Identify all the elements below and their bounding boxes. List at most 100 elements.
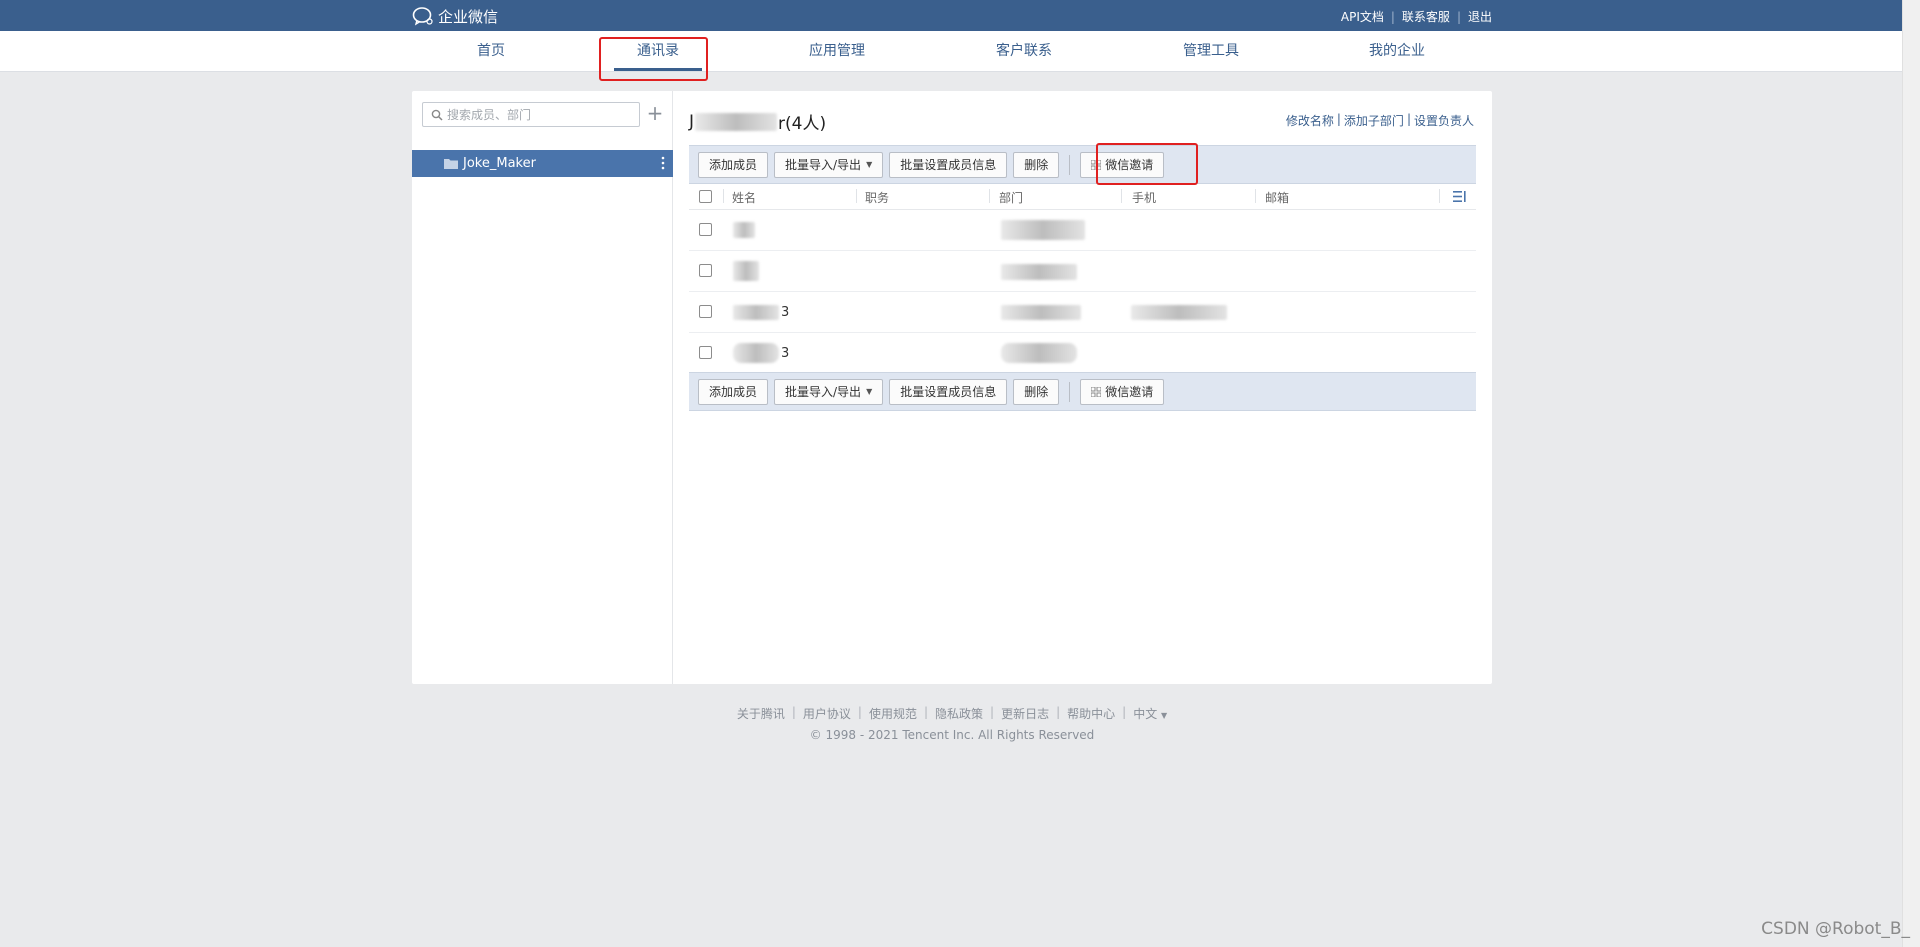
row-checkbox[interactable] <box>699 264 712 277</box>
nav-my-company[interactable]: 我的企业 <box>1360 31 1434 72</box>
qr-code-icon <box>1091 159 1102 170</box>
redacted-name <box>733 343 779 363</box>
search-input[interactable] <box>447 107 627 122</box>
redacted-phone <box>1131 305 1227 320</box>
toolbar-divider <box>1069 154 1071 175</box>
column-header-email[interactable]: 邮箱 <box>1265 189 1289 206</box>
column-header-name[interactable]: 姓名 <box>732 189 756 206</box>
rename-link[interactable]: 修改名称 <box>1286 112 1334 129</box>
batch-set-button[interactable]: 批量设置成员信息 <box>889 151 1008 178</box>
import-export-label: 批量导入/导出 <box>785 158 862 172</box>
nav-contacts[interactable]: 通讯录 <box>614 31 702 72</box>
redacted-name <box>733 261 759 281</box>
nav-app-management[interactable]: 应用管理 <box>800 31 874 72</box>
footer: 关于腾讯 | 用户协议 | 使用规范 | 隐私政策 | 更新日志 | 帮助中心 … <box>0 705 1904 742</box>
watermark: CSDN @Robot_B_ <box>1761 919 1910 939</box>
table-header: 姓名 职务 部门 手机 邮箱 <box>689 183 1476 210</box>
divider: | <box>1456 9 1461 24</box>
redacted-name <box>733 222 755 238</box>
caret-down-icon: ▼ <box>866 160 873 169</box>
title-prefix: J <box>689 111 695 132</box>
divider: | <box>1056 705 1061 719</box>
column-divider <box>1121 189 1122 203</box>
wechat-invite-button[interactable]: 微信邀请 <box>1080 151 1165 178</box>
department-sidebar: + Joke_Maker <box>412 91 673 684</box>
column-divider <box>723 189 724 203</box>
main-nav: 首页 通讯录 应用管理 客户联系 管理工具 我的企业 <box>0 31 1902 72</box>
table-row[interactable]: 3 <box>689 292 1476 333</box>
name-suffix: 3 <box>781 305 790 320</box>
footer-link-privacy[interactable]: 隐私政策 <box>935 705 983 722</box>
divider: | <box>791 705 796 719</box>
member-table: 姓名 职务 部门 手机 邮箱 3 3 <box>689 183 1476 374</box>
batch-set-button[interactable]: 批量设置成员信息 <box>889 378 1008 405</box>
department-title: J r(4人) <box>689 109 826 135</box>
import-export-button[interactable]: 批量导入/导出 ▼ <box>774 378 884 405</box>
tree-item-joke-maker[interactable]: Joke_Maker <box>412 150 673 177</box>
import-export-button[interactable]: 批量导入/导出 ▼ <box>774 151 884 178</box>
row-checkbox[interactable] <box>699 346 712 359</box>
row-checkbox[interactable] <box>699 223 712 236</box>
footer-link-about[interactable]: 关于腾讯 <box>737 705 785 722</box>
member-list-area: J r(4人) 修改名称 | 添加子部门 | 设置负责人 添加成员 批量导入/导… <box>689 91 1479 684</box>
footer-link-usage-rules[interactable]: 使用规范 <box>869 705 917 722</box>
divider: | <box>1390 9 1395 24</box>
vertical-scrollbar[interactable] <box>1902 0 1920 947</box>
nav-customer-contact[interactable]: 客户联系 <box>987 31 1061 72</box>
set-manager-link[interactable]: 设置负责人 <box>1414 112 1474 129</box>
redacted-department <box>1001 343 1077 363</box>
delete-button[interactable]: 删除 <box>1013 151 1060 178</box>
wechat-invite-button[interactable]: 微信邀请 <box>1080 378 1165 405</box>
qr-code-icon <box>1091 386 1102 397</box>
divider: | <box>923 705 928 719</box>
footer-link-changelog[interactable]: 更新日志 <box>1001 705 1049 722</box>
api-docs-link[interactable]: API文档 <box>1341 8 1384 25</box>
more-vertical-icon[interactable] <box>661 156 665 170</box>
table-row[interactable]: 3 <box>689 333 1476 374</box>
search-box[interactable] <box>422 102 640 127</box>
copyright: © 1998 - 2021 Tencent Inc. All Rights Re… <box>809 728 1095 742</box>
wechat-invite-label: 微信邀请 <box>1105 385 1154 399</box>
redacted-department <box>1001 264 1077 280</box>
column-header-department[interactable]: 部门 <box>999 189 1023 206</box>
caret-down-icon: ▼ <box>1161 711 1168 720</box>
column-header-title[interactable]: 职务 <box>865 189 889 206</box>
column-settings-icon[interactable] <box>1453 191 1466 202</box>
column-divider <box>989 189 990 203</box>
divider: | <box>857 705 862 719</box>
nav-management-tools[interactable]: 管理工具 <box>1174 31 1248 72</box>
contact-support-link[interactable]: 联系客服 <box>1402 8 1450 25</box>
footer-link-user-agreement[interactable]: 用户协议 <box>803 705 851 722</box>
row-checkbox[interactable] <box>699 305 712 318</box>
redacted-text <box>695 112 778 131</box>
folder-icon <box>444 159 458 169</box>
column-header-phone[interactable]: 手机 <box>1132 189 1156 206</box>
toolbar-bottom: 添加成员 批量导入/导出 ▼ 批量设置成员信息 删除 微信邀请 <box>689 372 1476 411</box>
caret-down-icon: ▼ <box>866 387 873 396</box>
plus-icon[interactable]: + <box>645 101 665 126</box>
search-icon <box>431 109 443 121</box>
add-member-button[interactable]: 添加成员 <box>698 378 769 405</box>
tree-item-label: Joke_Maker <box>463 156 536 171</box>
add-member-button[interactable]: 添加成员 <box>698 151 769 178</box>
language-select[interactable]: 中文 ▼ <box>1133 705 1167 722</box>
column-divider <box>1255 189 1256 203</box>
redacted-department <box>1001 220 1085 240</box>
logo[interactable]: 企业微信 <box>412 6 498 26</box>
language-label: 中文 <box>1133 707 1158 721</box>
name-suffix: 3 <box>781 346 790 361</box>
department-actions: 修改名称 | 添加子部门 | 设置负责人 <box>1286 112 1474 129</box>
table-row[interactable] <box>689 251 1476 292</box>
add-subdept-link[interactable]: 添加子部门 <box>1344 112 1404 129</box>
toolbar-divider <box>1069 381 1071 402</box>
footer-links: 关于腾讯 | 用户协议 | 使用规范 | 隐私政策 | 更新日志 | 帮助中心 … <box>0 705 1904 722</box>
divider: | <box>990 705 995 719</box>
footer-link-help[interactable]: 帮助中心 <box>1067 705 1115 722</box>
delete-button[interactable]: 删除 <box>1013 378 1060 405</box>
table-row[interactable] <box>689 210 1476 251</box>
nav-home[interactable]: 首页 <box>466 31 516 72</box>
logout-link[interactable]: 退出 <box>1468 8 1492 25</box>
select-all-checkbox[interactable] <box>699 190 712 203</box>
contacts-panel: + Joke_Maker J r(4人) 修改名称 | 添加子部门 | 设置负责… <box>412 91 1492 684</box>
logo-text: 企业微信 <box>438 7 499 26</box>
